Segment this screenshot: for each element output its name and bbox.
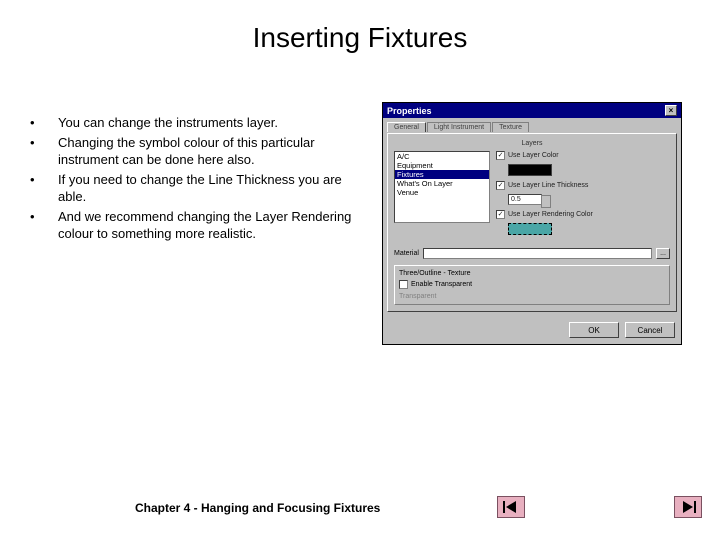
texture-group: Three/Outline - Texture Enable Transpare…	[394, 265, 670, 305]
next-icon	[679, 500, 697, 514]
use-layer-thickness-checkbox[interactable]: ✓	[496, 181, 505, 190]
list-item: •You can change the instruments layer.	[30, 114, 370, 132]
list-item[interactable]: What's On Layer	[395, 179, 489, 188]
tab-general[interactable]: General	[387, 122, 426, 132]
layer-color-swatch[interactable]	[508, 164, 552, 176]
close-icon[interactable]: ×	[665, 105, 677, 116]
page-title: Inserting Fixtures	[0, 0, 720, 54]
use-layer-thickness-label: Use Layer Line Thickness	[508, 182, 588, 189]
enable-transparent-label: Enable Transparent	[411, 281, 472, 288]
use-layer-color-label: Use Layer Color	[508, 152, 559, 159]
list-item[interactable]: Venue	[395, 188, 489, 197]
list-item[interactable]: Equipment	[395, 161, 489, 170]
tab-light-instrument[interactable]: Light Instrument	[427, 122, 491, 132]
material-browse-button[interactable]: ...	[656, 248, 670, 259]
properties-dialog: Properties × General Light Instrument Te…	[382, 102, 682, 345]
thickness-stepper[interactable]: 0.5	[508, 194, 542, 205]
material-label: Material	[394, 250, 419, 257]
use-layer-color-checkbox[interactable]: ✓	[496, 151, 505, 160]
ok-button[interactable]: OK	[569, 322, 619, 338]
prev-slide-button[interactable]	[497, 496, 525, 518]
enable-transparent-checkbox[interactable]	[399, 280, 408, 289]
layers-caption: Layers	[394, 140, 670, 147]
transparent-sub-label: Transparent	[399, 293, 665, 300]
list-item: •If you need to change the Line Thicknes…	[30, 171, 370, 206]
use-layer-rendering-checkbox[interactable]: ✓	[496, 210, 505, 219]
next-slide-button[interactable]	[674, 496, 702, 518]
dialog-title-text: Properties	[387, 106, 432, 116]
list-item: •And we recommend changing the Layer Ren…	[30, 208, 370, 243]
bullet-list: •You can change the instruments layer. •…	[30, 114, 370, 345]
list-item[interactable]: A/C	[395, 152, 489, 161]
chapter-footer: Chapter 4 - Hanging and Focusing Fixture…	[135, 501, 380, 515]
list-item: •Changing the symbol colour of this part…	[30, 134, 370, 169]
material-field[interactable]	[423, 248, 652, 259]
list-item[interactable]: Fixtures	[395, 170, 489, 179]
group-header: Three/Outline - Texture	[399, 270, 665, 277]
rendering-color-swatch[interactable]	[508, 223, 552, 235]
dialog-titlebar: Properties ×	[383, 103, 681, 118]
layers-listbox[interactable]: A/C Equipment Fixtures What's On Layer V…	[394, 151, 490, 223]
prev-icon	[502, 500, 520, 514]
tab-texture[interactable]: Texture	[492, 122, 529, 132]
cancel-button[interactable]: Cancel	[625, 322, 675, 338]
use-layer-rendering-label: Use Layer Rendering Color	[508, 211, 593, 218]
